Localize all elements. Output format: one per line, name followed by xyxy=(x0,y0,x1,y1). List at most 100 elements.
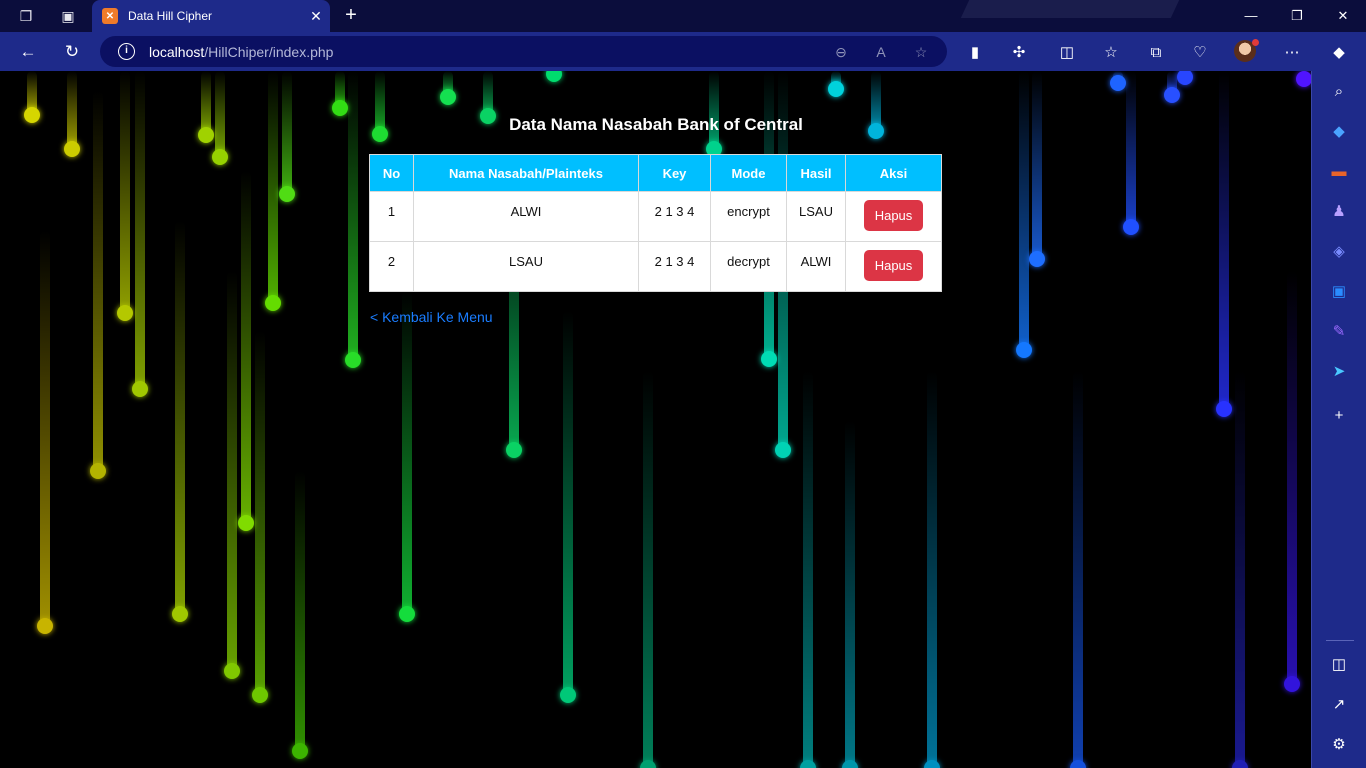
background-light-streak xyxy=(241,171,251,523)
background-light-streak xyxy=(803,371,813,768)
background-light-dot xyxy=(1284,676,1300,692)
background-light-dot xyxy=(90,463,106,479)
background-light-streak xyxy=(1126,71,1136,227)
split-screen-icon[interactable]: ◫ xyxy=(1056,41,1078,63)
background-light-streak xyxy=(563,311,573,695)
background-light-streak xyxy=(709,71,719,149)
background-light-dot xyxy=(279,186,295,202)
extensions-icon[interactable]: ✣ xyxy=(1008,41,1030,63)
copilot-icon[interactable]: ◆ xyxy=(1328,41,1350,63)
background-light-streak xyxy=(643,371,653,768)
cell-hasil: ALWI xyxy=(786,241,846,292)
tab-bar: ❐ ▣ ✕ Data Hill Cipher ✕ + — ❐ ✕ xyxy=(0,0,1366,32)
background-light-streak xyxy=(1032,71,1042,259)
page-title: Data Nama Nasabah Bank of Central xyxy=(509,115,803,134)
background-light-streak xyxy=(1287,271,1297,684)
battery-icon[interactable]: ▮ xyxy=(964,41,986,63)
browser-essentials-icon[interactable]: ♡ xyxy=(1189,41,1211,63)
favorite-star-icon[interactable]: ☆ xyxy=(911,42,931,62)
background-light-streak xyxy=(927,371,937,768)
background-light-streak xyxy=(295,471,305,751)
collections-icon[interactable]: ⧉ xyxy=(1145,41,1167,63)
background-light-dot xyxy=(224,663,240,679)
background-light-dot xyxy=(440,89,456,105)
edge-sidebar: ⌕ ◆ ▬ ♟ ◈ ▣ ✎ ➤ + ◫ ↗ ⚙ xyxy=(1311,71,1366,768)
background-light-dot xyxy=(117,305,133,321)
background-light-dot xyxy=(1016,342,1032,358)
background-light-streak xyxy=(1073,371,1083,768)
background-light-dot xyxy=(1029,251,1045,267)
navigation-bar: ← ↻ i localhost/HillChiper/index.php ⊖ A… xyxy=(0,32,1366,71)
tools-briefcase-icon[interactable]: ▬ xyxy=(1329,161,1349,181)
background-light-streak xyxy=(120,71,130,313)
drop-send-icon[interactable]: ➤ xyxy=(1329,361,1349,381)
column-header-hasil: Hasil xyxy=(786,154,846,192)
delete-button[interactable]: Hapus xyxy=(863,250,924,281)
background-light-dot xyxy=(546,71,562,82)
games-icon[interactable]: ♟ xyxy=(1329,201,1349,221)
background-light-dot xyxy=(332,100,348,116)
background-light-dot xyxy=(560,687,576,703)
open-external-icon[interactable]: ↗ xyxy=(1329,694,1349,714)
column-header-nama: Nama Nasabah/Plainteks xyxy=(413,154,639,192)
minimize-button[interactable]: — xyxy=(1237,6,1265,26)
background-light-dot xyxy=(292,743,308,759)
delete-button[interactable]: Hapus xyxy=(863,200,924,231)
cell-aksi: Hapus xyxy=(845,241,942,292)
background-light-dot xyxy=(238,515,254,531)
table-header-row: No Nama Nasabah/Plainteks Key Mode Hasil… xyxy=(369,154,942,192)
back-to-menu-link[interactable]: < Kembali Ke Menu xyxy=(370,309,493,325)
tabbar-decoration xyxy=(960,0,1180,18)
read-aloud-icon[interactable]: A xyxy=(871,42,891,62)
background-light-dot xyxy=(345,352,361,368)
restore-button[interactable]: ❐ xyxy=(1283,6,1311,26)
column-header-key: Key xyxy=(638,154,711,192)
background-light-dot xyxy=(775,442,791,458)
background-light-dot xyxy=(1177,71,1193,85)
add-sidebar-app-icon[interactable]: + xyxy=(1329,405,1349,425)
table-row: 1 ALWI 2 1 3 4 encrypt LSAU Hapus xyxy=(369,191,942,242)
zoom-out-icon[interactable]: ⊖ xyxy=(831,42,851,62)
table-row: 2 LSAU 2 1 3 4 decrypt ALWI Hapus xyxy=(369,241,942,292)
background-light-streak xyxy=(1219,71,1229,409)
background-light-dot xyxy=(506,442,522,458)
cell-aksi: Hapus xyxy=(845,191,942,242)
background-light-dot xyxy=(761,351,777,367)
background-light-dot xyxy=(1232,760,1248,768)
shopping-tag-icon[interactable]: ◆ xyxy=(1329,121,1349,141)
settings-gear-icon[interactable]: ⚙ xyxy=(1329,734,1349,754)
new-tab-button[interactable]: + xyxy=(340,4,362,28)
background-light-dot xyxy=(64,141,80,157)
tab-actions-icon[interactable]: ▣ xyxy=(59,7,77,25)
tab-close-icon[interactable]: ✕ xyxy=(302,8,330,25)
outlook-icon[interactable]: ▣ xyxy=(1329,281,1349,301)
more-menu-icon[interactable]: ⋯ xyxy=(1281,41,1303,63)
background-light-streak xyxy=(227,271,237,671)
background-light-dot xyxy=(1164,87,1180,103)
hide-sidebar-icon[interactable]: ◫ xyxy=(1329,654,1349,674)
copilot-sidebar-icon[interactable]: ◈ xyxy=(1329,241,1349,261)
back-arrow-icon[interactable]: ← xyxy=(16,40,40,64)
active-tab[interactable]: ✕ Data Hill Cipher ✕ xyxy=(92,0,330,32)
background-light-dot xyxy=(198,127,214,143)
cipher-data-table: No Nama Nasabah/Plainteks Key Mode Hasil… xyxy=(369,154,942,292)
designer-icon[interactable]: ✎ xyxy=(1329,321,1349,341)
favorites-icon[interactable]: ☆ xyxy=(1100,41,1122,63)
background-light-streak xyxy=(1019,71,1029,350)
close-window-button[interactable]: ✕ xyxy=(1329,6,1357,26)
cell-nama: LSAU xyxy=(413,241,639,292)
background-light-streak xyxy=(40,231,50,626)
background-light-dot xyxy=(132,381,148,397)
background-light-dot xyxy=(1070,760,1086,768)
site-info-icon[interactable]: i xyxy=(118,43,135,60)
background-light-dot xyxy=(800,760,816,768)
search-icon[interactable]: ⌕ xyxy=(1329,81,1349,101)
url-text[interactable]: localhost/HillChiper/index.php xyxy=(149,44,333,60)
background-light-streak xyxy=(1235,371,1245,768)
workspaces-icon[interactable]: ❐ xyxy=(17,7,35,25)
address-bar[interactable]: i localhost/HillChiper/index.php ⊖ A ☆ xyxy=(100,36,947,67)
background-light-streak xyxy=(67,71,77,149)
background-light-dot xyxy=(399,606,415,622)
refresh-icon[interactable]: ↻ xyxy=(60,40,84,64)
background-light-dot xyxy=(828,81,844,97)
